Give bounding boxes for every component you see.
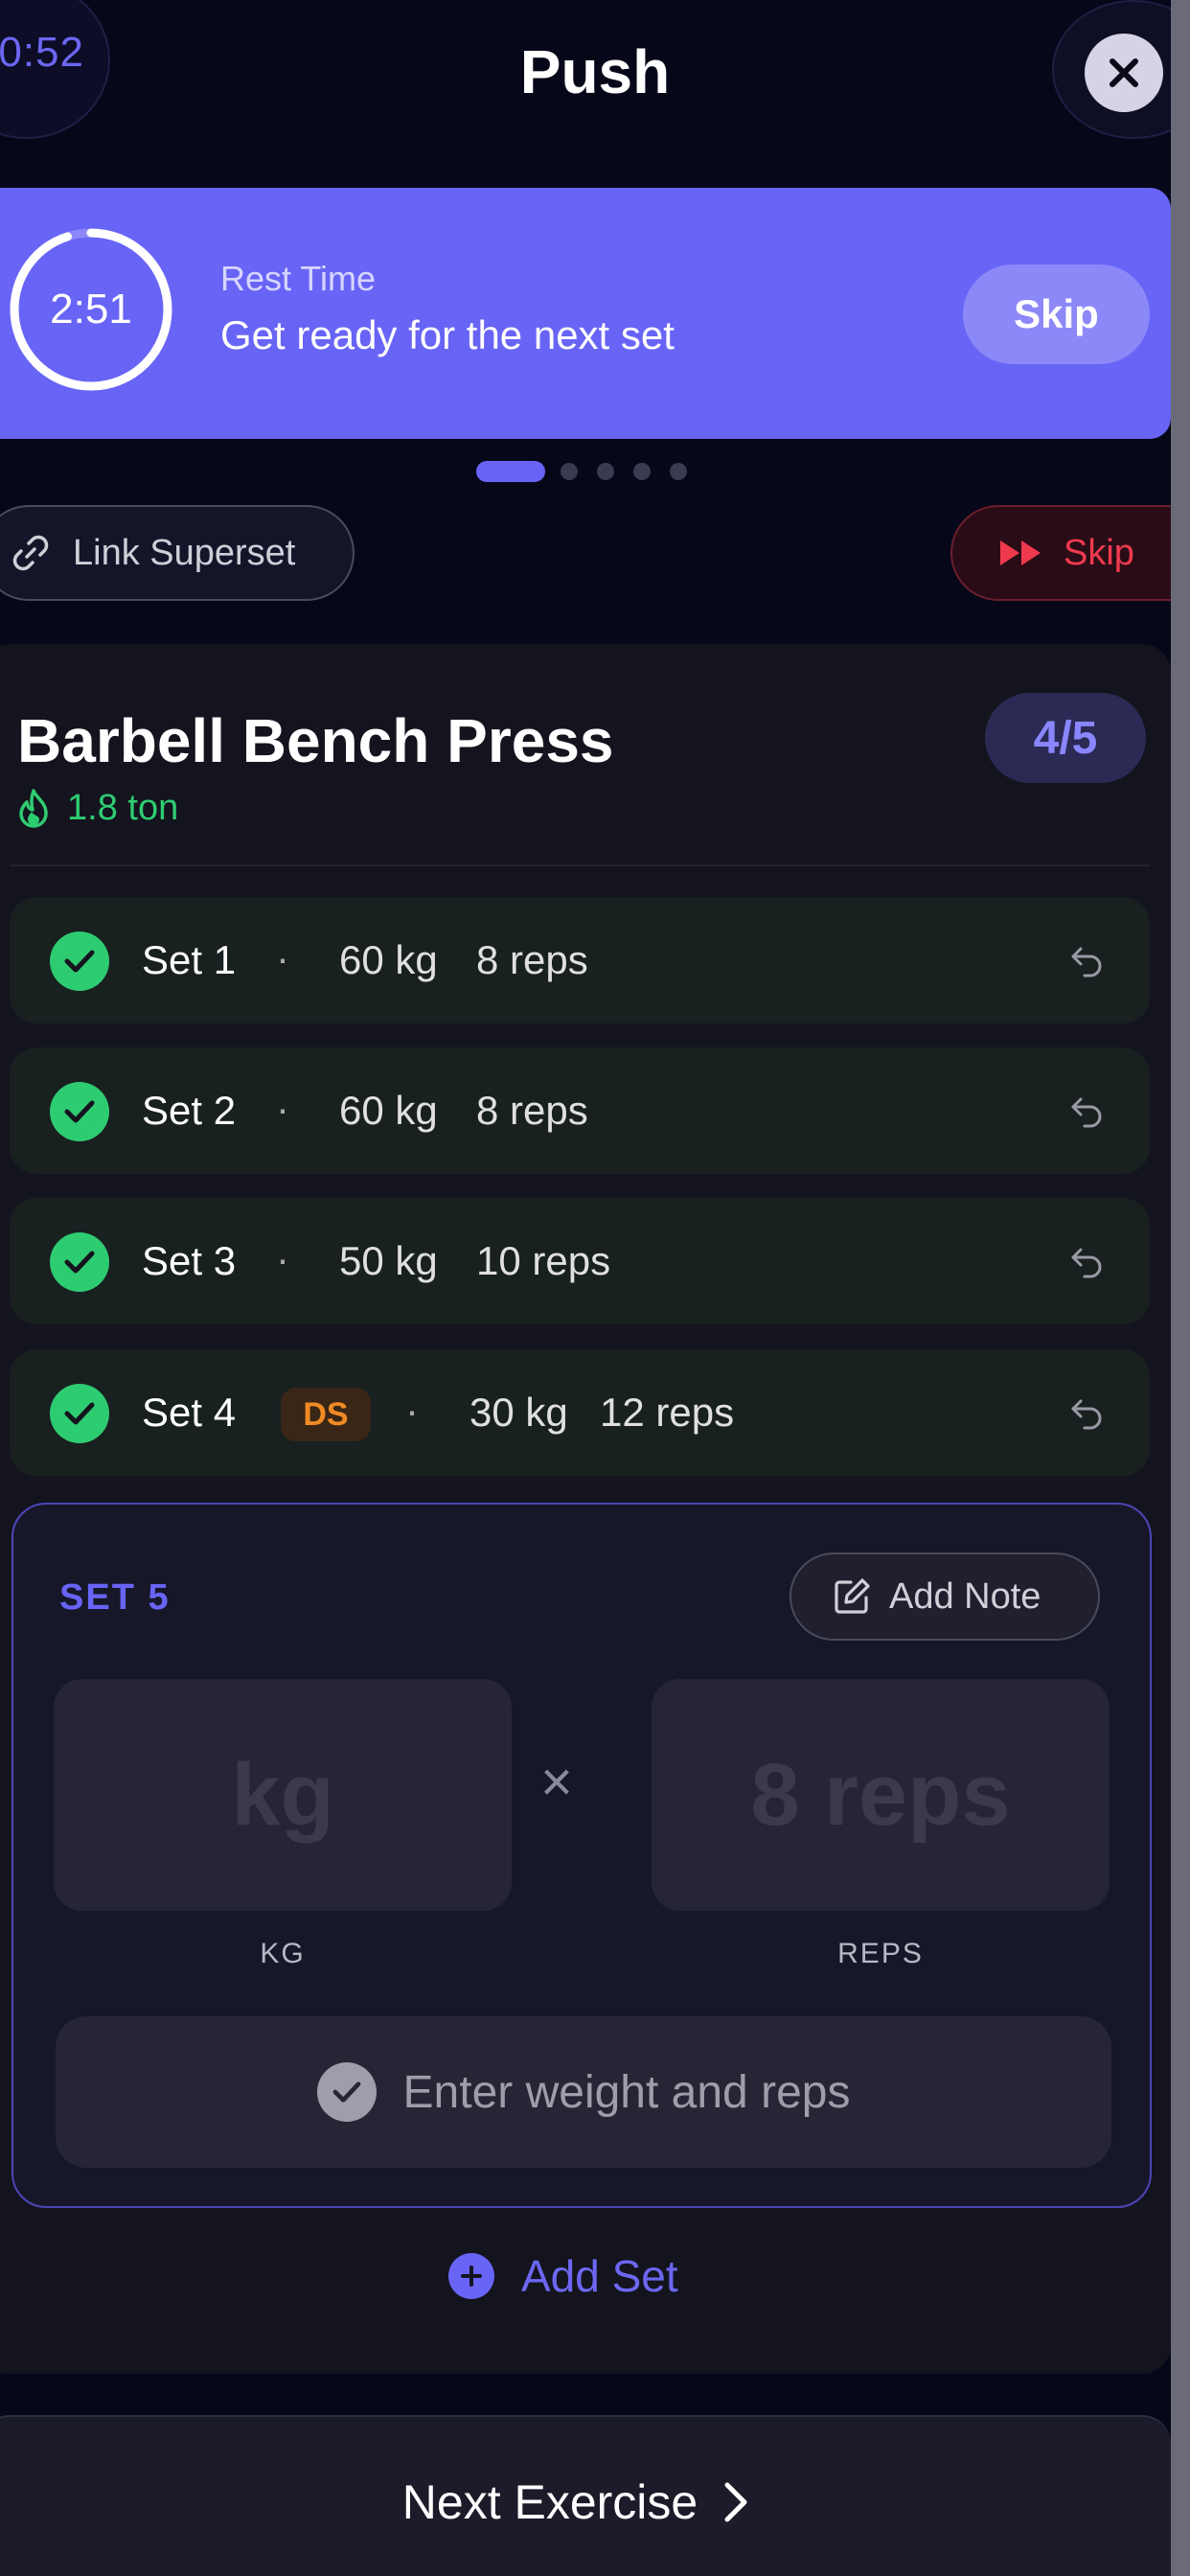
- rest-label: Rest Time: [220, 259, 377, 298]
- plus-circle-icon: [448, 2253, 494, 2299]
- flame-icon: [19, 788, 48, 828]
- active-set-title: SET 5: [59, 1577, 171, 1618]
- page-indicator[interactable]: [476, 461, 706, 482]
- set-weight: 50 kg: [339, 1238, 438, 1283]
- undo-icon[interactable]: [1067, 941, 1106, 979]
- separator: ·: [276, 1086, 289, 1131]
- close-icon: [1110, 58, 1138, 87]
- completed-set-row[interactable]: Set 4 DS · 30 kg 12 reps: [10, 1349, 1150, 1476]
- bottom-bar: Next Exercise: [0, 2415, 1171, 2576]
- multiply-sign: ×: [540, 1751, 573, 1813]
- weight-input[interactable]: kg: [54, 1679, 512, 1911]
- set-reps: 8 reps: [476, 1088, 588, 1133]
- set-weight: 60 kg: [339, 1088, 438, 1133]
- exercise-name: Barbell Bench Press: [17, 706, 614, 775]
- completed-set-row[interactable]: Set 3 · 50 kg 10 reps: [10, 1198, 1150, 1324]
- exercise-volume: 1.8 ton: [17, 788, 178, 829]
- workout-screen: 0:52 Push 2:51 Rest Time Get ready for t…: [0, 0, 1190, 2576]
- skip-rest-button[interactable]: Skip: [963, 264, 1150, 364]
- scroll-edge: [1171, 0, 1190, 2576]
- rest-timer-banner: 2:51 Rest Time Get ready for the next se…: [0, 188, 1171, 439]
- reps-input[interactable]: 8 reps: [652, 1679, 1110, 1911]
- undo-icon[interactable]: [1067, 1393, 1106, 1432]
- separator: ·: [405, 1388, 419, 1433]
- add-set-button[interactable]: Add Set: [448, 2250, 678, 2302]
- active-set-panel: SET 5 Add Note kg × 8 reps KG REPS Enter…: [11, 1503, 1152, 2208]
- separator: ·: [276, 1236, 289, 1281]
- weight-caption: KG: [260, 1938, 306, 1969]
- reps-caption: REPS: [837, 1938, 924, 1969]
- set-reps: 10 reps: [476, 1238, 611, 1283]
- dropset-badge: DS: [281, 1388, 371, 1441]
- page-dot[interactable]: [597, 463, 614, 480]
- rest-subtitle: Get ready for the next set: [220, 312, 675, 357]
- close-container: [1052, 0, 1190, 139]
- set-label: Set 4: [142, 1390, 237, 1435]
- separator: ·: [276, 935, 289, 980]
- close-button[interactable]: [1085, 34, 1163, 112]
- link-superset-label: Link Superset: [73, 532, 296, 573]
- set-reps: 12 reps: [600, 1390, 735, 1435]
- completed-set-row[interactable]: Set 1 · 60 kg 8 reps: [10, 897, 1150, 1024]
- page-dot[interactable]: [633, 463, 651, 480]
- edit-icon: [835, 1578, 870, 1614]
- log-set-label: Enter weight and reps: [402, 2066, 851, 2118]
- exercise-card: Barbell Bench Press 1.8 ton 4/5 Set 1 · …: [0, 644, 1171, 2374]
- chevron-right-icon: [724, 2482, 747, 2522]
- set-label: Set 2: [142, 1088, 237, 1133]
- undo-icon[interactable]: [1067, 1092, 1106, 1130]
- set-reps: 8 reps: [476, 937, 588, 982]
- page-dot-active[interactable]: [476, 461, 545, 482]
- log-set-button[interactable]: Enter weight and reps: [56, 2016, 1111, 2168]
- rest-countdown: 2:51: [50, 286, 132, 333]
- set-progress-badge: 4/5: [985, 693, 1146, 783]
- add-note-label: Add Note: [889, 1576, 1041, 1617]
- link-icon: [12, 535, 49, 571]
- add-note-button[interactable]: Add Note: [790, 1552, 1100, 1641]
- check-icon: [50, 932, 109, 991]
- page-dot[interactable]: [561, 463, 578, 480]
- page-title: Push: [519, 37, 671, 106]
- check-icon: [50, 1232, 109, 1292]
- link-superset-button[interactable]: Link Superset: [0, 505, 355, 601]
- check-icon: [50, 1384, 109, 1443]
- check-circle-icon: [316, 2062, 377, 2122]
- undo-icon[interactable]: [1067, 1242, 1106, 1280]
- set-weight: 60 kg: [339, 937, 438, 982]
- next-exercise-button[interactable]: Next Exercise: [0, 2474, 1171, 2530]
- skip-exercise-button[interactable]: Skip: [950, 505, 1190, 601]
- set-label: Set 1: [142, 937, 237, 982]
- volume-value: 1.8 ton: [67, 788, 179, 828]
- page-dot[interactable]: [670, 463, 687, 480]
- skip-exercise-label: Skip: [1064, 532, 1134, 573]
- completed-set-row[interactable]: Set 2 · 60 kg 8 reps: [10, 1047, 1150, 1174]
- divider: [10, 864, 1150, 866]
- fast-forward-icon: [1000, 540, 1041, 565]
- add-set-label: Add Set: [521, 2251, 678, 2301]
- check-icon: [50, 1082, 109, 1141]
- next-exercise-label: Next Exercise: [401, 2475, 698, 2529]
- set-weight: 30 kg: [469, 1390, 568, 1435]
- set-label: Set 3: [142, 1238, 237, 1283]
